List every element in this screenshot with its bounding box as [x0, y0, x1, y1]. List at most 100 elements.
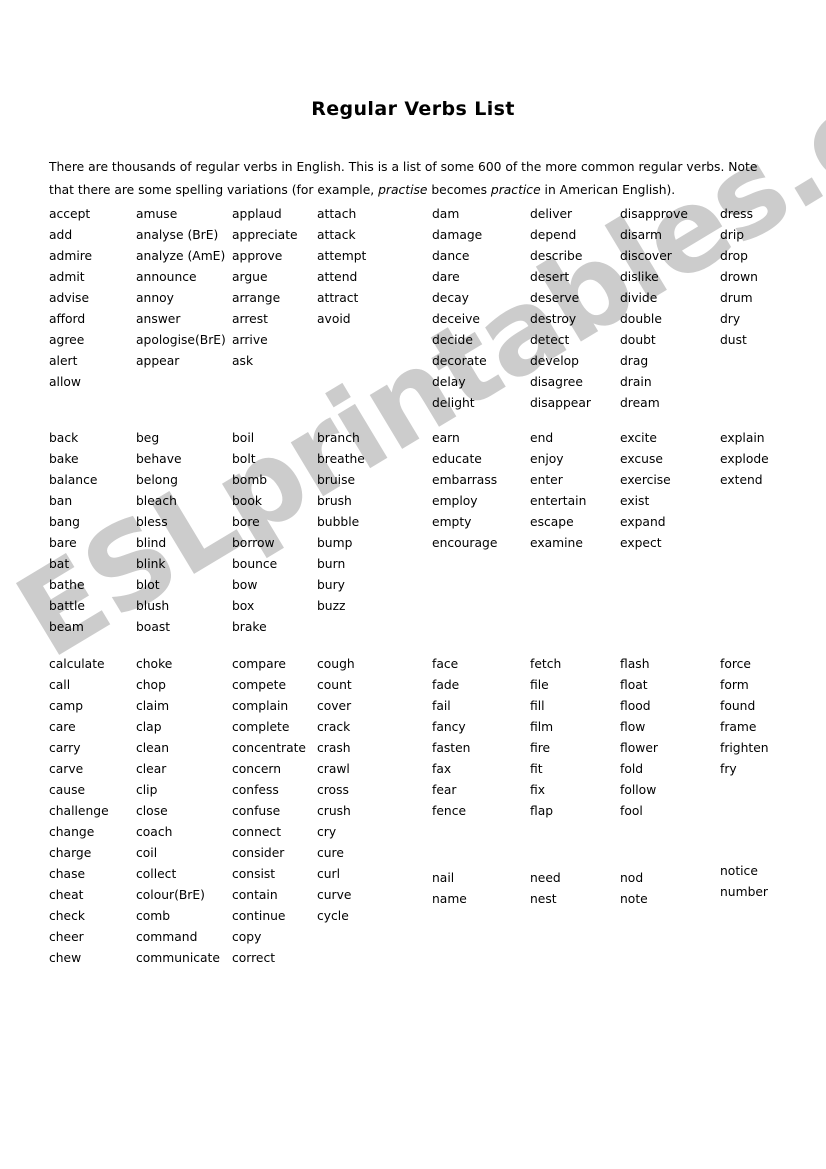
verb-entry: attract [317, 291, 359, 305]
verb-column: compare compete complain complete concentrat… [232, 654, 306, 969]
verb-entry: fade [432, 678, 460, 692]
verb-entry: charge [49, 846, 92, 860]
verb-entry: complain [232, 699, 289, 713]
verb-entry: care [49, 720, 76, 734]
verb-entry: crack [317, 720, 351, 734]
page-title: Regular Verbs List [311, 98, 515, 120]
verb-column: applaud appreciate approve argue arrange arre… [232, 204, 298, 372]
verb-entry: camp [49, 699, 84, 713]
verb-entry: box [232, 599, 255, 613]
verb-entry: nest [530, 892, 557, 906]
verb-entry: dance [432, 249, 470, 263]
verb-entry: number [720, 885, 768, 899]
verb-entry: choke [136, 657, 173, 671]
verb-entry: branch [317, 431, 360, 445]
verb-entry: disappear [530, 396, 591, 410]
verb-entry: connect [232, 825, 282, 839]
verb-entry: follow [620, 783, 657, 797]
verb-entry: fail [432, 699, 451, 713]
verb-entry: entertain [530, 494, 587, 508]
verb-column: attach attack attempt attend attract avoid [317, 204, 366, 330]
verb-entry: extend [720, 473, 763, 487]
verb-entry: ask [232, 354, 254, 368]
verb-entry: fasten [432, 741, 471, 755]
verb-entry: check [49, 909, 86, 923]
verb-entry: calculate [49, 657, 105, 671]
verb-entry: call [49, 678, 71, 692]
verb-column: explain explode extend [720, 428, 769, 491]
verb-entry: appreciate [232, 228, 298, 242]
verb-entry: command [136, 930, 198, 944]
intro-italic-practice: practice [490, 183, 541, 198]
verb-entry: deserve [530, 291, 580, 305]
verb-column: accept add admire admit advise afford agree ale… [49, 204, 92, 393]
verb-column: nod note [620, 868, 648, 910]
verb-entry: bake [49, 452, 79, 466]
verb-entry: chase [49, 867, 86, 881]
verb-entry: employ [432, 494, 478, 508]
verb-column: nail name [432, 868, 467, 910]
verb-column: amuse analyse (BrE) analyze (AmE) announce a… [136, 204, 226, 372]
verb-entry: applaud [232, 207, 282, 221]
verb-entry: drop [720, 249, 748, 263]
verb-entry: comb [136, 909, 171, 923]
verb-entry: complete [232, 720, 290, 734]
verb-entry: chew [49, 951, 82, 965]
verb-entry: fool [620, 804, 643, 818]
verb-entry: delay [432, 375, 466, 389]
verb-entry: avoid [317, 312, 351, 326]
verb-entry: afford [49, 312, 86, 326]
verb-entry: clap [136, 720, 162, 734]
verb-column: earn educate embarrass employ empty encourage [432, 428, 497, 554]
verb-entry: decay [432, 291, 469, 305]
verb-entry: beam [49, 620, 84, 634]
verb-column: cough count cover crack crash crawl cross crush… [317, 654, 355, 927]
verb-entry: enjoy [530, 452, 564, 466]
verb-entry: dream [620, 396, 660, 410]
verb-entry: flap [530, 804, 554, 818]
verb-entry: disapprove [620, 207, 688, 221]
verb-entry: bless [136, 515, 168, 529]
verb-entry: file [530, 678, 549, 692]
verb-entry: cheat [49, 888, 84, 902]
verb-entry: drown [720, 270, 758, 284]
verb-entry: bolt [232, 452, 256, 466]
verb-entry: continue [232, 909, 286, 923]
verb-column: disapprove disarm discover dislike divide dou… [620, 204, 688, 414]
verb-entry: book [232, 494, 262, 508]
verb-entry: divide [620, 291, 658, 305]
verb-entry: earn [432, 431, 460, 445]
verb-entry: decide [432, 333, 473, 347]
verb-entry: analyse (BrE) [136, 228, 219, 242]
verb-entry: fix [530, 783, 546, 797]
verb-entry: dry [720, 312, 741, 326]
verb-entry: note [620, 892, 648, 906]
verb-entry: bow [232, 578, 258, 592]
verb-entry: carve [49, 762, 84, 776]
verb-entry: clean [136, 741, 170, 755]
verb-entry: enter [530, 473, 563, 487]
verb-entry: fence [432, 804, 467, 818]
verb-entry: explode [720, 452, 769, 466]
verb-column: notice number [720, 861, 768, 903]
verb-entry: fax [432, 762, 452, 776]
verb-entry: amuse [136, 207, 178, 221]
verb-column: need nest [530, 868, 561, 910]
verb-entry: concentrate [232, 741, 306, 755]
verb-entry: contain [232, 888, 278, 902]
verb-entry: deliver [530, 207, 573, 221]
verb-entry: flash [620, 657, 650, 671]
verb-entry: desert [530, 270, 570, 284]
verb-entry: brush [317, 494, 352, 508]
verb-entry: disagree [530, 375, 583, 389]
verb-column: fetch file fill film fire fit fix flap [530, 654, 561, 822]
verb-entry: bump [317, 536, 353, 550]
verb-entry: bubble [317, 515, 360, 529]
verb-entry: face [432, 657, 459, 671]
verb-entry: dislike [620, 270, 659, 284]
verb-entry: balance [49, 473, 98, 487]
intro-text-part3: in American English). [540, 183, 676, 198]
verb-entry: correct [232, 951, 276, 965]
verb-entry: nod [620, 871, 644, 885]
verb-entry: flood [620, 699, 651, 713]
